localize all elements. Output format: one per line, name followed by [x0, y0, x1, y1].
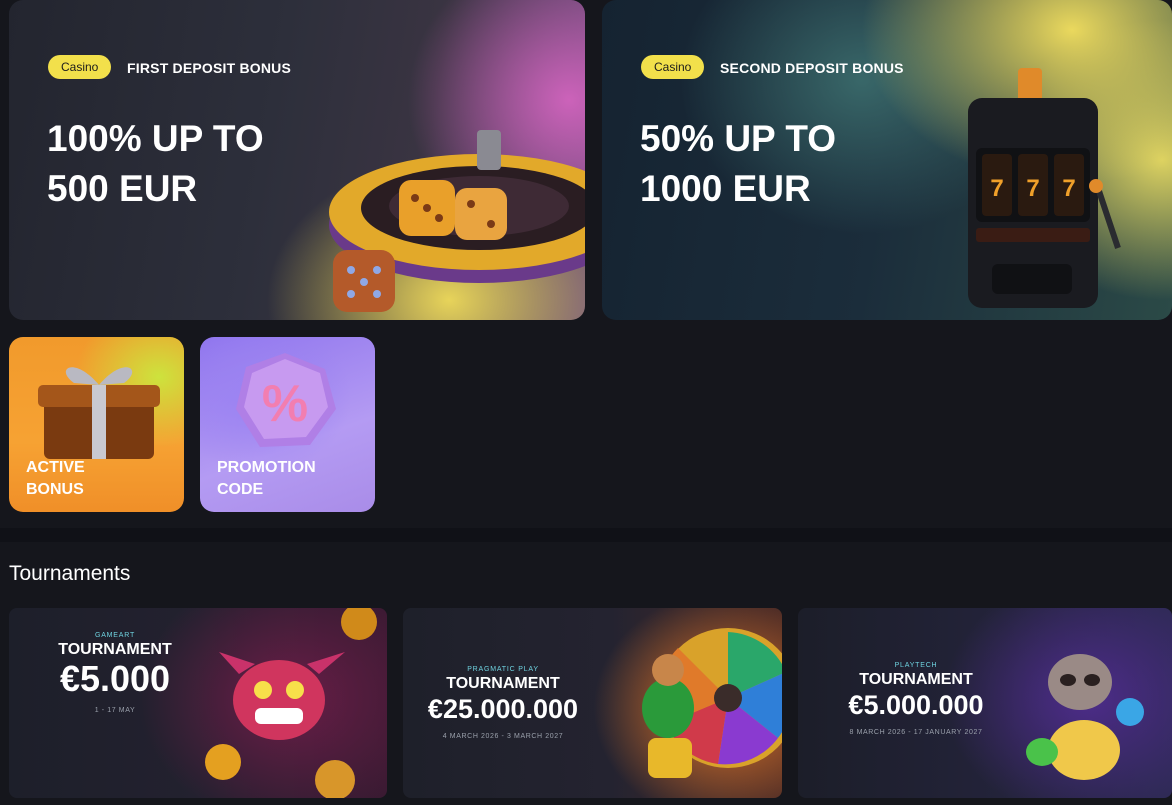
bonus-amount-line2: 1000 EUR	[640, 168, 811, 209]
bonus-type-label: FIRST DEPOSIT BONUS	[127, 60, 292, 76]
svg-text:7: 7	[990, 175, 1003, 202]
tile-label-line2: BONUS	[26, 481, 84, 498]
roulette-dice-icon	[329, 130, 585, 312]
wheel-character-icon	[642, 628, 782, 778]
tile-label-line1: ACTIVE	[26, 459, 85, 476]
tournament-card-playtech[interactable]: PLAYTECH TOURNAMENT €5.000.000 8 MARCH 2…	[798, 608, 1172, 798]
second-deposit-bonus-card[interactable]: Casino SECOND DEPOSIT BONUS 50% UP TO 10…	[602, 0, 1172, 320]
tournament-info: GAMEART TOURNAMENT €5.000 1 - 17 MAY	[15, 632, 215, 714]
tile-label-line2: CODE	[217, 481, 264, 498]
section-divider	[0, 528, 1172, 542]
provider-label: GAMEART	[94, 632, 136, 639]
bonus-amount-line1: 50% UP TO	[640, 118, 837, 159]
svg-text:7: 7	[1026, 175, 1039, 202]
gift-box-icon	[38, 367, 160, 459]
prize-amount: €25.000.000	[427, 694, 579, 724]
tournament-dates: 4 MARCH 2026 - 3 MARCH 2027	[442, 733, 564, 740]
tournament-info: PLAYTECH TOURNAMENT €5.000.000 8 MARCH 2…	[816, 662, 1016, 736]
raccoon-character-icon	[1026, 654, 1144, 780]
tournament-dates: 8 MARCH 2026 - 17 JANUARY 2027	[849, 729, 983, 736]
tournament-card-gameart[interactable]: GAMEART TOURNAMENT €5.000 1 - 17 MAY	[9, 608, 387, 798]
tournament-info: PRAGMATIC PLAY TOURNAMENT €25.000.000 4 …	[403, 666, 603, 740]
bonus-amount: 50% UP TO 1000 EUR	[640, 114, 940, 214]
first-deposit-bonus-card[interactable]: Casino FIRST DEPOSIT BONUS 100% UP TO 50…	[9, 0, 585, 320]
promotion-code-tile[interactable]: % PROMOTION CODE	[200, 337, 375, 512]
tile-label-line1: PROMOTION	[217, 459, 316, 476]
casino-badge: Casino	[48, 55, 112, 79]
svg-text:%: %	[262, 375, 308, 433]
tournament-card-pragmatic-play[interactable]: PRAGMATIC PLAY TOURNAMENT €25.000.000 4 …	[403, 608, 782, 798]
tile-label: PROMOTION CODE	[217, 457, 357, 501]
bonus-amount: 100% UP TO 500 EUR	[47, 114, 347, 214]
slot-machine-icon: 7 7 7	[968, 68, 1121, 308]
provider-label: PRAGMATIC PLAY	[467, 666, 539, 673]
tournaments-title: Tournaments	[9, 562, 131, 585]
monster-character-icon	[205, 608, 377, 798]
svg-text:7: 7	[1062, 175, 1075, 202]
provider-label: PLAYTECH	[894, 662, 938, 669]
percent-badge-icon: %	[236, 353, 336, 447]
tournament-dates: 1 - 17 MAY	[94, 707, 136, 714]
bonus-type-label: SECOND DEPOSIT BONUS	[720, 60, 904, 76]
bonus-amount-line2: 500 EUR	[47, 168, 198, 209]
tournament-label: TOURNAMENT	[58, 641, 172, 658]
tile-label: ACTIVE BONUS	[26, 457, 166, 501]
prize-amount: €5.000	[59, 658, 171, 699]
casino-badge: Casino	[641, 55, 705, 79]
tournament-label: TOURNAMENT	[859, 671, 973, 688]
tournament-label: TOURNAMENT	[446, 675, 560, 692]
prize-amount: €5.000.000	[848, 690, 984, 720]
bonus-amount-line1: 100% UP TO	[47, 118, 264, 159]
active-bonus-tile[interactable]: ACTIVE BONUS	[9, 337, 184, 512]
